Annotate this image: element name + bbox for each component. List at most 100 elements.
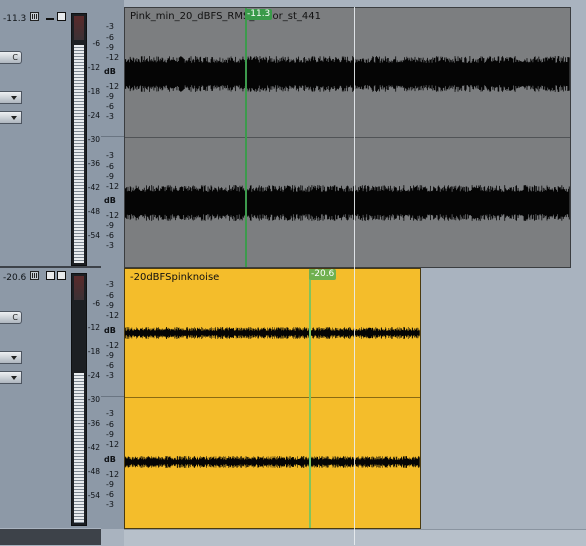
- meter-bars-icon[interactable]: [30, 12, 39, 21]
- db-tick: -3: [106, 280, 114, 289]
- track-2-meter-scale: -6 -12 -18 -24 -30 -36 -42 -48 -54: [88, 273, 101, 524]
- track-2-volume[interactable]: -20.6: [3, 273, 26, 283]
- meter-level: [74, 373, 84, 523]
- track-1-dropdown-2[interactable]: [0, 111, 22, 124]
- meter-peak-zone: [74, 276, 84, 300]
- meter-tick: -18: [87, 87, 100, 96]
- db-tick: -12: [106, 82, 120, 91]
- track-2-header: -20.6 C -6 -12 -18 -24 -30 -36 -42 -48 -…: [0, 268, 101, 528]
- meter-tick: -42: [87, 183, 100, 192]
- timeline-top-strip: [124, 0, 586, 7]
- meter-tick: -48: [87, 467, 100, 476]
- clip-1-volume-line[interactable]: [245, 8, 247, 267]
- db-tick: -9: [106, 221, 114, 230]
- db-tick: -9: [106, 351, 114, 360]
- audio-clip-1[interactable]: Pink_min_20_dBFS_RMS_uncor_st_441 -11.3: [124, 7, 571, 268]
- db-tick: -9: [106, 92, 114, 101]
- track-1-empty-area[interactable]: [571, 0, 586, 268]
- clip-1-name: Pink_min_20_dBFS_RMS_uncor_st_441: [130, 11, 321, 22]
- db-label: dB: [104, 326, 116, 335]
- meter-tick: -48: [87, 207, 100, 216]
- db-tick: -6: [106, 102, 114, 111]
- audio-clip-2[interactable]: -20dBFSpinknoise -20.6: [124, 268, 421, 529]
- db-tick: -12: [106, 440, 120, 449]
- meter-tick: -18: [87, 347, 100, 356]
- track-2-dropdown-1[interactable]: [0, 351, 22, 364]
- meter-peak-zone: [74, 16, 84, 40]
- minimize-icon[interactable]: [46, 12, 55, 21]
- db-tick: -3: [106, 241, 114, 250]
- track-1-db-scale: -3 -6 -9 -12 dB -12 -9 -6 -3 -3 -6 -9 -1…: [101, 0, 124, 268]
- meter-tick: -42: [87, 443, 100, 452]
- db-tick: -3: [106, 22, 114, 31]
- track-1-dropdown-1[interactable]: [0, 91, 22, 104]
- db-tick: -6: [106, 361, 114, 370]
- db-tick: -3: [106, 409, 114, 418]
- db-tick: -6: [106, 420, 114, 429]
- db-tick: -12: [106, 311, 120, 320]
- db-tick: -12: [106, 470, 120, 479]
- playhead-cursor[interactable]: [354, 7, 355, 545]
- db-tick: -6: [106, 33, 114, 42]
- meter-tick: -12: [87, 63, 100, 72]
- db-tick: -12: [106, 211, 120, 220]
- db-tick: -6: [106, 291, 114, 300]
- db-tick: -12: [106, 341, 120, 350]
- meter-tick: -36: [87, 159, 100, 168]
- meter-tick: -24: [87, 371, 100, 380]
- meter-level: [74, 45, 84, 263]
- maximize-icon[interactable]: [57, 271, 66, 280]
- meter-tick: -54: [87, 491, 100, 500]
- track-2-c-button[interactable]: C: [0, 311, 22, 324]
- clip-1-waveform-right: [125, 185, 570, 221]
- db-tick: -3: [106, 151, 114, 160]
- track-1-volume[interactable]: -11.3: [3, 14, 26, 24]
- db-tick: -3: [106, 371, 114, 380]
- clip-2-waveform-left: [125, 327, 420, 339]
- clip-2-volume-tag: -20.6: [309, 269, 337, 280]
- track-2-dropdown-2[interactable]: [0, 371, 22, 384]
- db-tick: -9: [106, 480, 114, 489]
- db-tick: -6: [106, 490, 114, 499]
- scale-separator: [101, 396, 124, 397]
- track-1-c-button[interactable]: C: [0, 51, 22, 64]
- meter-tick: -30: [87, 395, 100, 404]
- meter-tick: -6: [92, 39, 100, 48]
- meter-tick: -24: [87, 111, 100, 120]
- meter-tick: -6: [92, 299, 100, 308]
- clip-2-volume-line[interactable]: [309, 269, 311, 528]
- db-tick: -12: [106, 182, 120, 191]
- track-2-level-meter: [71, 273, 87, 526]
- db-tick: -6: [106, 231, 114, 240]
- db-label: dB: [104, 67, 116, 76]
- meter-tick: -12: [87, 323, 100, 332]
- track-2-db-scale: -3 -6 -9 -12 dB -12 -9 -6 -3 -3 -6 -9 -1…: [101, 268, 124, 529]
- db-label: dB: [104, 196, 116, 205]
- db-tick: -9: [106, 301, 114, 310]
- channel-divider: [125, 137, 570, 138]
- restore-icon[interactable]: [46, 271, 55, 280]
- track-1-meter-scale: -6 -12 -18 -24 -30 -36 -42 -48 -54: [88, 13, 101, 264]
- db-tick: -9: [106, 43, 114, 52]
- db-tick: -3: [106, 112, 114, 121]
- clip-2-waveform-right: [125, 456, 420, 468]
- channel-divider: [125, 397, 420, 398]
- meter-tick: -54: [87, 231, 100, 240]
- db-tick: -3: [106, 500, 114, 509]
- scale-separator: [101, 136, 124, 137]
- db-tick: -12: [106, 53, 120, 62]
- db-label: dB: [104, 455, 116, 464]
- db-tick: -6: [106, 162, 114, 171]
- header-footer: [0, 529, 101, 545]
- horizontal-scrollbar[interactable]: [124, 529, 586, 546]
- maximize-icon[interactable]: [57, 12, 66, 21]
- meter-tick: -30: [87, 135, 100, 144]
- meter-tick: -36: [87, 419, 100, 428]
- clip-1-volume-tag: -11.3: [245, 9, 273, 20]
- clip-1-waveform-left: [125, 56, 570, 92]
- meter-bars-icon[interactable]: [30, 271, 39, 280]
- track-1-level-meter: [71, 13, 87, 266]
- db-tick: -9: [106, 172, 114, 181]
- db-tick: -9: [106, 430, 114, 439]
- clip-2-name: -20dBFSpinknoise: [130, 272, 220, 283]
